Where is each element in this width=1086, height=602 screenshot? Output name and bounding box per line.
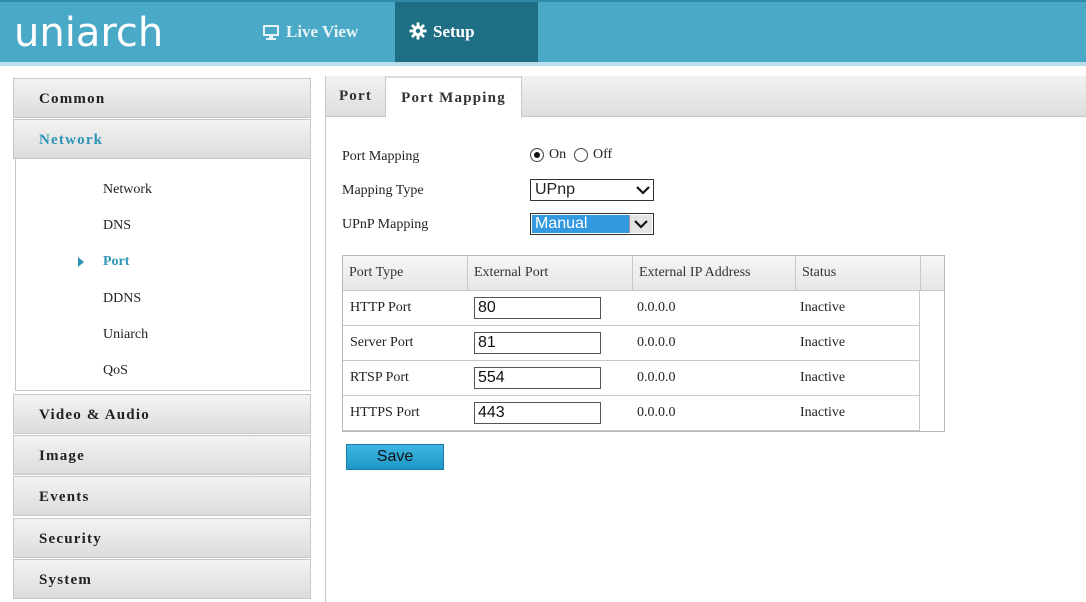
- menu-common[interactable]: Common: [13, 78, 311, 118]
- http-port-input[interactable]: 80: [474, 297, 601, 319]
- col-status: Status: [796, 256, 921, 290]
- uniarch-logo: uniarch: [14, 10, 164, 56]
- cell-status: Inactive: [800, 370, 846, 385]
- mapping-type-label: Mapping Type: [342, 183, 424, 198]
- server-port-input[interactable]: 81: [474, 332, 601, 354]
- submenu-item-qos[interactable]: QoS: [103, 363, 128, 379]
- table-header: Port Type External Port External IP Addr…: [343, 256, 944, 291]
- port-mapping-off-label: Off: [593, 147, 613, 162]
- port-mapping-off-radio[interactable]: [574, 148, 588, 162]
- cell-port-type: Server Port: [350, 335, 414, 350]
- content-panel: Port Port Mapping Port Mapping On Off Ma…: [325, 76, 1086, 602]
- menu-video-audio[interactable]: Video & Audio: [13, 394, 311, 434]
- mapping-type-select[interactable]: UPnp: [530, 179, 654, 201]
- nav-live-view[interactable]: Live View: [262, 2, 382, 62]
- cell-external-ip: 0.0.0.0: [637, 370, 676, 385]
- table-row: Server Port 81 0.0.0.0 Inactive: [343, 326, 919, 361]
- tab-bar: Port Port Mapping: [326, 76, 1086, 118]
- submenu-item-uniarch[interactable]: Uniarch: [103, 327, 148, 343]
- gear-icon: [409, 22, 427, 40]
- submenu-item-ddns[interactable]: DDNS: [103, 291, 141, 307]
- tab-port[interactable]: Port: [326, 76, 386, 117]
- monitor-icon: [263, 25, 279, 40]
- col-external-port: External Port: [468, 256, 633, 290]
- port-mapping-on-label: On: [549, 147, 567, 162]
- table-row: HTTPS Port 443 0.0.0.0 Inactive: [343, 396, 919, 431]
- tab-port-mapping[interactable]: Port Mapping: [386, 76, 522, 118]
- cell-port-type: HTTP Port: [350, 300, 412, 315]
- port-mapping-label: Port Mapping: [342, 149, 420, 164]
- submenu-item-network[interactable]: Network: [103, 182, 152, 198]
- upnp-mapping-select[interactable]: Manual: [530, 213, 654, 235]
- chevron-down-icon: [636, 186, 650, 195]
- menu-network[interactable]: Network: [13, 119, 311, 159]
- cell-external-ip: 0.0.0.0: [637, 335, 676, 350]
- cell-status: Inactive: [800, 405, 846, 420]
- save-button[interactable]: Save: [346, 444, 444, 470]
- nav-setup-label: Setup: [433, 22, 475, 41]
- menu-security[interactable]: Security: [13, 518, 311, 558]
- table-row: HTTP Port 80 0.0.0.0 Inactive: [343, 291, 919, 326]
- menu-system[interactable]: System: [13, 559, 311, 599]
- port-mapping-table: Port Type External Port External IP Addr…: [342, 255, 945, 432]
- port-mapping-on-radio[interactable]: [530, 148, 544, 162]
- cell-external-ip: 0.0.0.0: [637, 405, 676, 420]
- cell-port-type: HTTPS Port: [350, 405, 420, 420]
- top-header: uniarch Live View Setup: [0, 0, 1086, 62]
- menu-events[interactable]: Events: [13, 476, 311, 516]
- upnp-mapping-dropdown-button[interactable]: [629, 215, 652, 233]
- menu-image[interactable]: Image: [13, 435, 311, 475]
- col-port-type: Port Type: [343, 256, 468, 290]
- https-port-input[interactable]: 443: [474, 402, 601, 424]
- active-arrow-icon: [78, 257, 84, 267]
- submenu-item-port[interactable]: Port: [103, 254, 129, 270]
- chevron-down-icon: [634, 220, 648, 229]
- nav-setup[interactable]: Setup: [395, 2, 538, 62]
- cell-port-type: RTSP Port: [350, 370, 409, 385]
- cell-status: Inactive: [800, 335, 846, 350]
- rtsp-port-input[interactable]: 554: [474, 367, 601, 389]
- cell-status: Inactive: [800, 300, 846, 315]
- upnp-mapping-value: Manual: [532, 215, 629, 233]
- col-external-ip: External IP Address: [633, 256, 796, 290]
- cell-external-ip: 0.0.0.0: [637, 300, 676, 315]
- header-divider: [0, 62, 1086, 66]
- nav-live-view-label: Live View: [286, 22, 359, 41]
- table-row: RTSP Port 554 0.0.0.0 Inactive: [343, 361, 919, 396]
- submenu-item-dns[interactable]: DNS: [103, 218, 131, 234]
- mapping-type-value: UPnp: [535, 181, 576, 198]
- network-submenu: Network DNS Port DDNS Uniarch QoS: [15, 158, 311, 391]
- table-scroll-gutter: [919, 291, 944, 431]
- upnp-mapping-label: UPnP Mapping: [342, 217, 429, 232]
